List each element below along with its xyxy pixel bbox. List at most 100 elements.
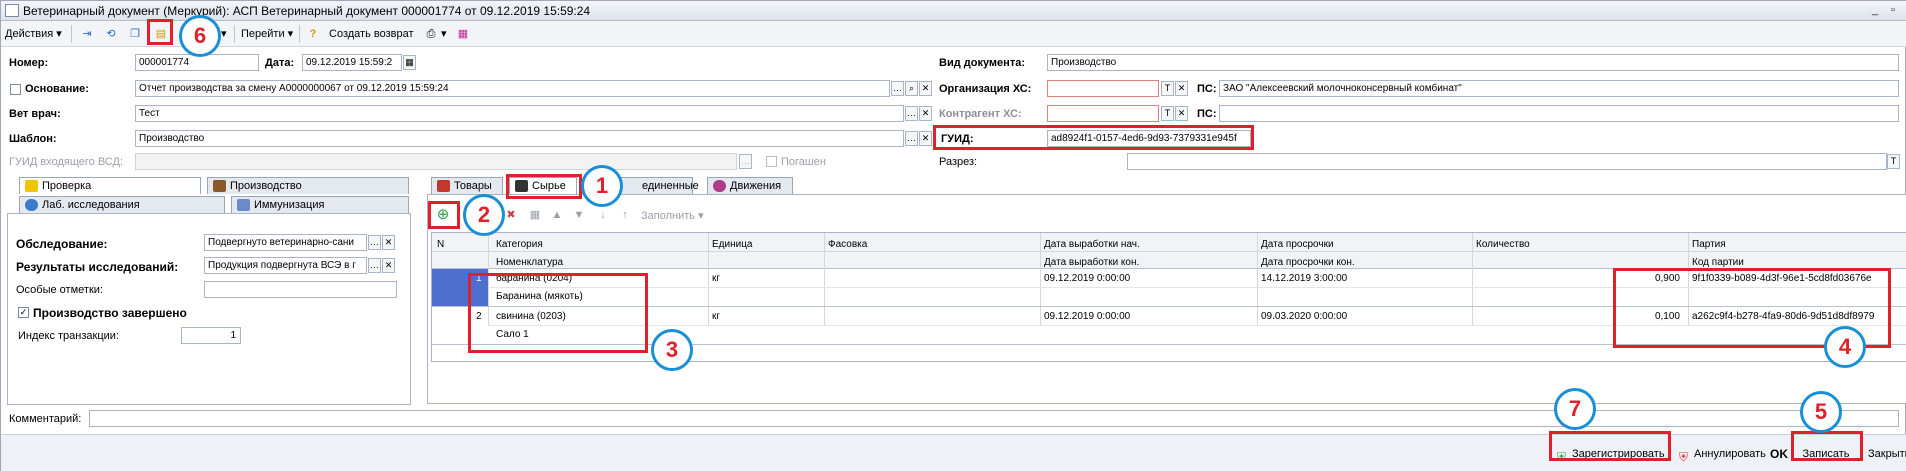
basis-checkbox[interactable] bbox=[10, 84, 21, 95]
ok-button[interactable]: OK bbox=[1765, 443, 1793, 465]
clear-icon[interactable]: ✕ bbox=[1175, 81, 1188, 96]
goto-menu[interactable]: Перейти ▾ bbox=[241, 25, 293, 43]
cell-expiry[interactable]: 09.03.2020 0:00:00 bbox=[1261, 311, 1347, 322]
main-toolbar: Действия ▾ ⇥ ⟲ ❐ ▤ ▾ Перейти ▾ ? Создать… bbox=[1, 21, 1906, 47]
col-qty[interactable]: Количество bbox=[1476, 239, 1530, 250]
production-done-checkbox[interactable]: ✓ bbox=[18, 307, 29, 318]
cell-unit[interactable]: кг bbox=[712, 311, 720, 322]
clear-icon[interactable]: ✕ bbox=[382, 235, 395, 250]
col-n[interactable]: N bbox=[437, 239, 444, 250]
cell-prod-start[interactable]: 09.12.2019 0:00:00 bbox=[1044, 273, 1130, 284]
cell-prod-start[interactable]: 09.12.2019 0:00:00 bbox=[1044, 311, 1130, 322]
post-icon[interactable]: ⇥ bbox=[77, 24, 97, 44]
tab-production[interactable]: Производство bbox=[207, 177, 409, 194]
print-dropdown-icon[interactable]: ▾ bbox=[441, 25, 447, 43]
canceled-checkbox bbox=[766, 156, 777, 167]
actions-menu[interactable]: Действия ▾ bbox=[5, 25, 62, 43]
copy-icon[interactable]: ❐ bbox=[125, 24, 145, 44]
tab-movements[interactable]: Движения bbox=[707, 177, 793, 194]
tab-lab[interactable]: Лаб. исследования bbox=[19, 196, 225, 213]
select-button[interactable]: … bbox=[905, 131, 918, 146]
type-button[interactable]: T bbox=[1161, 81, 1174, 96]
tab-movements-label: Движения bbox=[730, 180, 782, 192]
highlight-add-row bbox=[428, 201, 460, 229]
move-up-icon[interactable]: ▲ bbox=[547, 205, 567, 225]
help-icon[interactable]: ? bbox=[303, 24, 323, 44]
basis-field[interactable]: Отчет производства за смену А0000000067 … bbox=[135, 80, 890, 97]
col-packing[interactable]: Фасовка bbox=[828, 239, 867, 250]
cell-expiry[interactable]: 14.12.2019 3:00:00 bbox=[1261, 273, 1347, 284]
col-unit[interactable]: Единица bbox=[712, 239, 753, 250]
org-field[interactable] bbox=[1047, 80, 1159, 97]
col-batch-code[interactable]: Код партии bbox=[1692, 257, 1744, 268]
type-button[interactable]: T bbox=[1161, 106, 1174, 121]
org-label: Организация ХС: bbox=[939, 83, 1032, 95]
permit-field[interactable] bbox=[1127, 153, 1887, 170]
clear-icon[interactable]: ✕ bbox=[919, 131, 932, 146]
actions-label: Действия bbox=[5, 28, 54, 40]
cancel-doc-button[interactable]: ⛨ Аннулировать bbox=[1675, 443, 1771, 465]
col-batch[interactable]: Партия bbox=[1692, 239, 1726, 250]
clear-icon[interactable]: ✕ bbox=[919, 106, 932, 121]
tab-goods[interactable]: Товары bbox=[431, 177, 503, 194]
edit-row-icon[interactable]: ▦ bbox=[525, 205, 545, 225]
ps-field[interactable]: ЗАО "Алексеевский молочноконсервный комб… bbox=[1219, 80, 1899, 97]
vet-label: Вет врач: bbox=[9, 108, 61, 120]
move-down-icon[interactable]: ▼ bbox=[569, 205, 589, 225]
create-return-button[interactable]: Создать возврат bbox=[329, 25, 414, 43]
print-icon[interactable]: ⎙ bbox=[421, 24, 441, 44]
comment-label: Комментарий: bbox=[9, 413, 82, 425]
clear-icon[interactable]: ✕ bbox=[919, 81, 932, 96]
col-nomenclature[interactable]: Номенклатура bbox=[496, 257, 563, 268]
ps2-field[interactable] bbox=[1219, 105, 1899, 122]
minimize-icon[interactable]: _ bbox=[1867, 3, 1883, 18]
results-field[interactable]: Продукция подвергнута ВСЭ в г bbox=[204, 257, 367, 274]
dropdown-caret-icon[interactable]: ▾ bbox=[221, 25, 227, 43]
select-button[interactable]: … bbox=[368, 258, 381, 273]
close-button[interactable]: Закрыть bbox=[1863, 443, 1906, 465]
template-field[interactable]: Производство bbox=[135, 130, 904, 147]
col-expiry-end[interactable]: Дата просрочки кон. bbox=[1261, 257, 1355, 268]
clear-icon[interactable]: ✕ bbox=[1175, 106, 1188, 121]
vet-field[interactable]: Тест bbox=[135, 105, 904, 122]
window-title: Ветеринарный документ (Меркурий): АСП Ве… bbox=[23, 4, 591, 18]
tab-check[interactable]: Проверка bbox=[19, 177, 201, 194]
sort-desc-icon[interactable]: ↑ bbox=[615, 205, 635, 225]
mercury-icon[interactable]: ▦ bbox=[453, 24, 473, 44]
number-label: Номер: bbox=[9, 57, 49, 69]
date-label: Дата: bbox=[265, 57, 295, 69]
contractor-field[interactable] bbox=[1047, 105, 1159, 122]
type-button[interactable]: T bbox=[1887, 154, 1900, 169]
date-field[interactable]: 09.12.2019 15:59:2 bbox=[302, 54, 402, 71]
col-expiry[interactable]: Дата просрочки bbox=[1261, 239, 1334, 250]
cell-unit[interactable]: кг bbox=[712, 273, 720, 284]
refresh-icon[interactable]: ⟲ bbox=[101, 24, 121, 44]
col-prod-start[interactable]: Дата выработки нач. bbox=[1044, 239, 1140, 250]
highlight-guid bbox=[933, 125, 1254, 150]
notes-field[interactable] bbox=[204, 281, 397, 298]
select-button[interactable]: … bbox=[368, 235, 381, 250]
comment-field[interactable] bbox=[89, 410, 1899, 427]
doc-type-field[interactable]: Производство bbox=[1047, 54, 1899, 71]
search-icon[interactable]: ⌕ bbox=[905, 81, 918, 96]
restore-icon[interactable]: ▫ bbox=[1885, 3, 1901, 18]
highlight-new-document bbox=[147, 19, 173, 45]
incoming-guid-label: ГУИД входящего ВСД: bbox=[9, 156, 123, 168]
calendar-icon[interactable]: ▦ bbox=[403, 55, 416, 70]
inspection-field[interactable]: Подвергнуто ветеринарно-сани bbox=[204, 234, 367, 251]
tab-check-label: Проверка bbox=[42, 180, 92, 192]
select-button[interactable]: … bbox=[891, 81, 904, 96]
sort-asc-icon[interactable]: ↓ bbox=[593, 205, 613, 225]
col-category[interactable]: Категория bbox=[496, 239, 543, 250]
col-prod-end[interactable]: Дата выработки кон. bbox=[1044, 257, 1139, 268]
clear-icon[interactable]: ✕ bbox=[382, 258, 395, 273]
tx-index-field[interactable]: 1 bbox=[181, 327, 241, 344]
select-button[interactable]: … bbox=[905, 106, 918, 121]
toolbar-separator bbox=[234, 25, 235, 43]
shield-icon: ⛨ bbox=[1679, 450, 1689, 464]
fill-menu[interactable]: Заполнить ▾ bbox=[641, 207, 704, 225]
production-tab-icon bbox=[213, 180, 226, 192]
immunization-tab-icon bbox=[237, 199, 250, 211]
tab-immunization[interactable]: Иммунизация bbox=[231, 196, 409, 213]
basis-label: Основание: bbox=[25, 83, 89, 95]
